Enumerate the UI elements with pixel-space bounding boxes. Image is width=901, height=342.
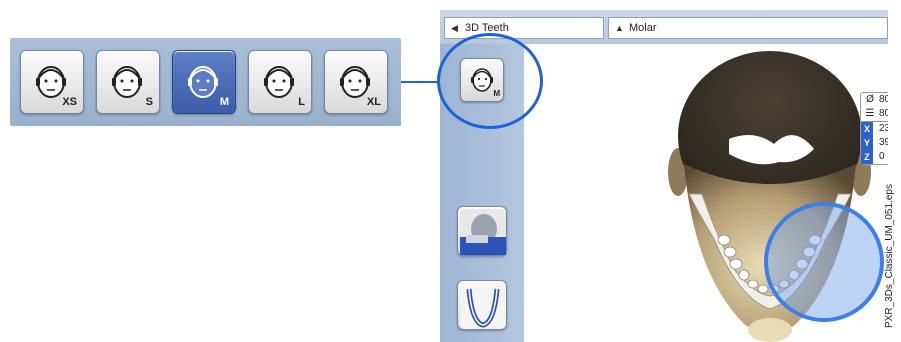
size-label: M <box>219 96 229 108</box>
view-mode-select[interactable]: ◀ 3D Teeth <box>444 17 604 39</box>
size-label: S <box>145 96 153 108</box>
patient-size-toolbar: XS S M L XL <box>10 38 401 126</box>
height-value: 80 mm <box>879 108 888 119</box>
size-label: XL <box>366 96 381 108</box>
callout-highlight-circle <box>437 33 543 129</box>
z-axis-badge: Z <box>861 150 873 164</box>
y-value: 39 mm <box>879 137 888 148</box>
updown-arrows-icon: ▲ <box>615 23 624 33</box>
3d-viewer[interactable]: Ø 80 mm ☰ 80 mm X 23 mm Y 39 mm Z 0 mm <box>524 44 888 342</box>
arrow-left-icon: ◀ <box>451 23 458 33</box>
head-profile-icon <box>460 209 506 255</box>
head-jaw-model <box>668 51 884 342</box>
z-value: 0 mm <box>879 151 888 162</box>
diameter-value: 80 mm <box>879 94 888 105</box>
figure-filename: PXR_3Ds_Classic_UM_051.eps <box>884 184 895 328</box>
tooth-select-value: Molar <box>629 22 657 34</box>
dental-arch-button[interactable] <box>457 280 507 330</box>
size-m-button[interactable]: M <box>172 50 236 114</box>
height-icon: ☰ <box>865 108 875 119</box>
size-s-button[interactable]: S <box>96 50 160 114</box>
size-label: L <box>298 96 305 108</box>
size-xl-button[interactable]: XL <box>324 50 388 114</box>
size-xs-button[interactable]: XS <box>20 50 84 114</box>
callout-connector-line <box>401 81 439 83</box>
head-position-button[interactable] <box>457 206 507 256</box>
measurement-box: Ø 80 mm ☰ 80 mm X 23 mm Y 39 mm Z 0 mm <box>860 92 888 165</box>
diameter-icon: Ø <box>866 94 874 105</box>
size-label: XS <box>62 96 77 108</box>
x-value: 23 mm <box>879 123 888 134</box>
arch-icon <box>460 283 506 329</box>
y-axis-badge: Y <box>861 136 873 150</box>
tooth-select[interactable]: ▲ Molar <box>608 17 888 39</box>
x-axis-badge: X <box>861 122 873 136</box>
size-l-button[interactable]: L <box>248 50 312 114</box>
